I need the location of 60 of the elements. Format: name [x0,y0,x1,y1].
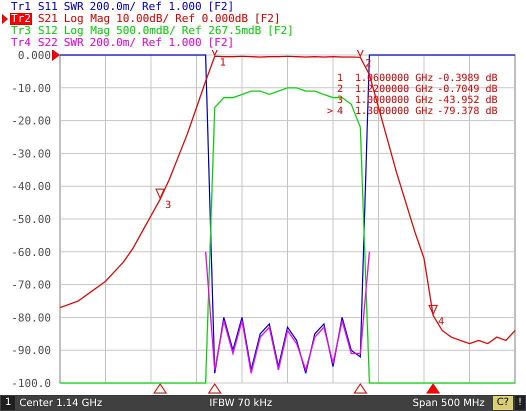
correction-status[interactable]: C? [492,396,513,410]
y-axis-label: -100.0 [11,377,51,390]
stimulus-marker-icon[interactable] [208,383,222,394]
marker-value: -43.952 dB [437,95,498,106]
y-axis-label: -50.00 [11,213,51,226]
marker-value: -0.3989 dB [437,73,498,84]
marker-icon[interactable] [356,50,366,58]
trace-parameter: S12 [38,25,58,37]
span-setting: Span 500 MHz [412,398,485,408]
active-marker-pointer: > [326,106,333,117]
trace-tag: [F2] [208,1,234,13]
trace-tag: [F2] [254,13,280,25]
marker-number: 2 [337,84,344,95]
trace-reference: Ref 0.000dB [175,13,248,25]
trace-scale: 10.00dB/ [116,13,170,25]
y-axis-label: -70.00 [11,278,51,292]
y-axis-label: -60.00 [11,246,51,259]
trace-reference: Ref 1.000 [142,37,202,49]
marker-value: -0.7049 dB [437,84,498,95]
y-axis-label: -20.00 [11,114,51,128]
trace-format: SWR [64,1,84,13]
center-frequency: Center 1.14 GHz [19,398,104,408]
trace-scale: 200.0m/ [90,37,136,49]
trace-parameter: S21 [38,13,58,25]
stimulus-marker-icon[interactable] [353,383,368,394]
trace-parameter: S22 [38,37,58,49]
y-axis-label: -30.00 [11,147,51,160]
trace-tag: [F2] [267,25,294,37]
marker-icon[interactable] [428,304,438,316]
trace-parameter: S11 [38,1,58,13]
trace-reference: Ref 1.000 [142,1,202,13]
trace-format: Log Mag [64,25,110,37]
trace-format: SWR [64,37,84,49]
channel-number[interactable]: 1 [1,396,16,410]
trace-reference: Ref 267.5mdB [182,25,262,37]
y-axis-label: -40.00 [11,180,51,194]
marker-number: 1 [220,57,226,68]
trace-label[interactable]: Tr2 [10,13,32,25]
marker-icon[interactable] [155,188,165,200]
marker-number: 4 [337,106,344,117]
trace-scale: 200.0m/ [90,1,136,13]
marker-number: 3 [165,200,172,212]
trace-format: Log Mag [64,13,110,25]
marker-number: 3 [337,95,344,106]
trace-label[interactable]: Tr1 [10,1,32,13]
y-axis-label: -80.00 [11,311,51,324]
marker-number: 1 [337,73,344,84]
trace-scale: 500.0mdB/ [116,25,176,37]
y-axis-label: 0.000 [18,50,51,62]
trace-tag: [F2] [208,37,234,49]
selected-arrow-icon [2,14,8,24]
marker-icon[interactable] [210,50,220,57]
marker-number: 4 [438,316,444,328]
y-axis-label: -10.00 [11,82,51,95]
y-axis-label: -90.00 [11,344,51,358]
reference-level-icon[interactable] [52,50,60,61]
ifbw-setting: IFBW 70 kHz [209,398,274,408]
alert-indicator[interactable]: ! [514,396,525,410]
marker-value: -79.378 dB [437,106,498,117]
stimulus-marker-icon[interactable] [153,383,168,394]
